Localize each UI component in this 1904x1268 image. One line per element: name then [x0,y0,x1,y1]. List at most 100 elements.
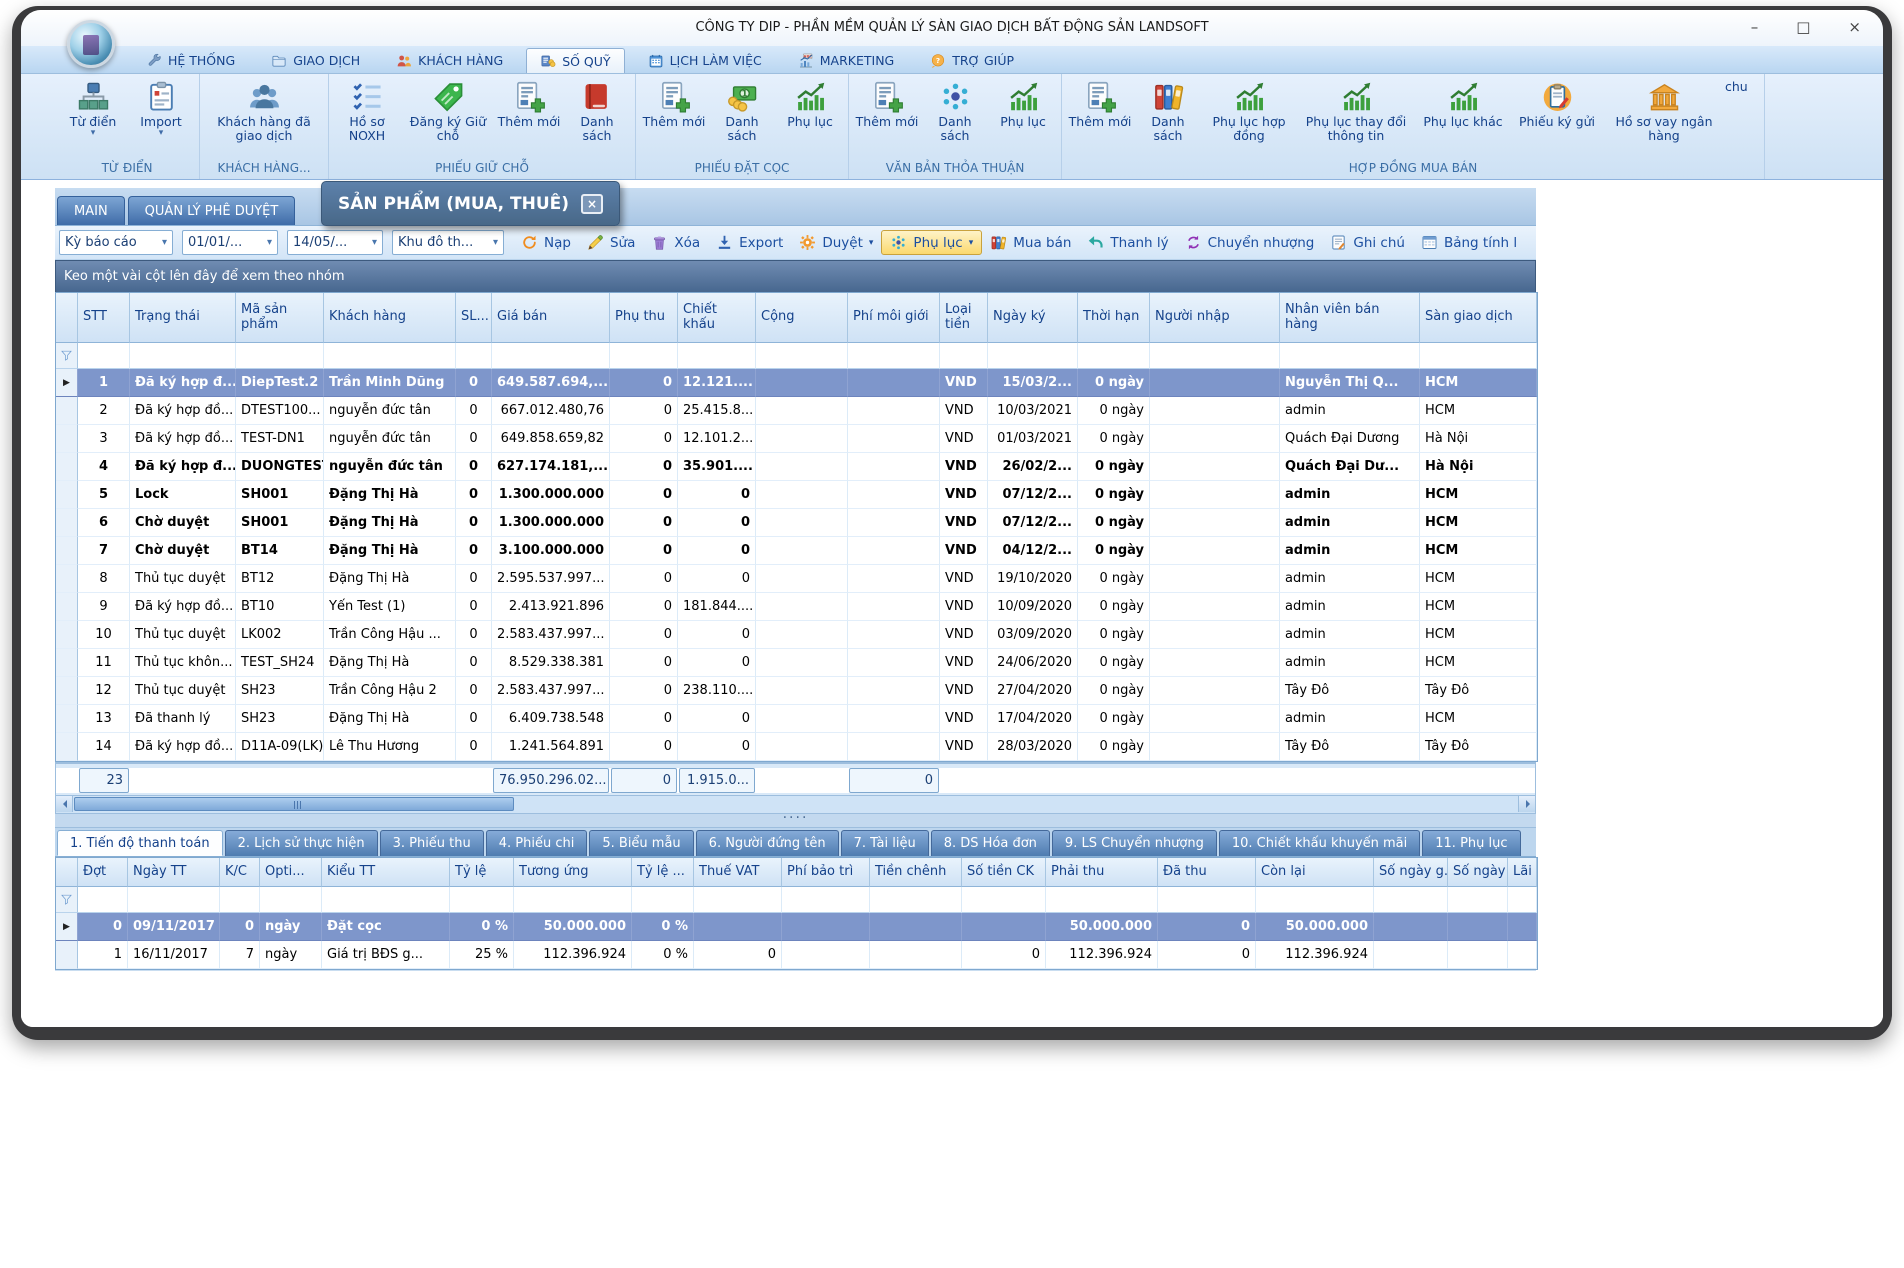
cell[interactable]: 0 ngày [1078,677,1150,705]
close-button[interactable]: × [1848,17,1861,37]
filter-cell[interactable] [1046,887,1158,913]
cell[interactable]: 0 [456,481,492,509]
cell[interactable]: 15/03/2... [988,369,1078,397]
cell[interactable]: admin [1280,649,1420,677]
bottom-tab[interactable]: 9. LS Chuyển nhượng [1052,830,1217,856]
cell[interactable]: 2.595.537.997... [492,565,610,593]
cell[interactable]: VND [940,733,988,761]
cell[interactable] [1150,537,1280,565]
cell[interactable]: Chờ duyệt [130,509,236,537]
bottom-tab[interactable]: 6. Người đứng tên [696,830,839,856]
cell[interactable] [1448,913,1508,941]
cell[interactable]: BT12 [236,565,324,593]
scrollbar-thumb[interactable] [74,797,514,811]
cell[interactable]: VND [940,481,988,509]
horizontal-scrollbar[interactable] [55,796,1536,814]
column-header[interactable]: Tiền chênh [870,858,962,887]
filter-cell[interactable] [1448,887,1508,913]
cell[interactable]: D11A-09(LK) [236,733,324,761]
cell[interactable]: 0 [678,509,756,537]
filter-cell[interactable] [220,887,260,913]
filter-cell[interactable] [1256,887,1374,913]
column-header[interactable]: Người nhập [1150,293,1280,343]
cell[interactable]: 3.100.000.000 [492,537,610,565]
cell[interactable]: 0 % [632,913,694,941]
filter-cell[interactable] [322,887,450,913]
cell[interactable] [1508,941,1537,969]
cell[interactable]: HCM [1420,705,1537,733]
cell[interactable] [756,537,848,565]
filter-cell[interactable] [450,887,514,913]
cell[interactable]: 50.000.000 [514,913,632,941]
toolbar-button-gear[interactable]: Duyệt▾ [791,231,881,254]
column-header[interactable]: Trạng thái [130,293,236,343]
cell[interactable]: VND [940,537,988,565]
filter-cell[interactable] [128,887,220,913]
column-header[interactable]: Sàn giao dịch [1420,293,1537,343]
filter-dropdown[interactable]: 01/01/...▾ [182,230,278,255]
cell[interactable]: DUONGTEST [236,453,324,481]
cell[interactable]: 35.901.... [678,453,756,481]
table-row[interactable]: 4Đã ký hợp đ...DUONGTESTnguyễn đức tân06… [56,453,1537,481]
cell[interactable]: 0 ngày [1078,453,1150,481]
tab-quan-ly-phe-duyet[interactable]: QUẢN LÝ PHÊ DUYỆT [128,196,296,225]
cell[interactable] [756,397,848,425]
cell[interactable] [848,677,940,705]
cell[interactable]: Đã thanh lý [130,705,236,733]
cell[interactable] [1150,733,1280,761]
ribbon-button[interactable]: Đăng ký Giữ chỗ [402,79,494,143]
ribbon-button[interactable]: Phụ lục [990,79,1056,129]
column-header[interactable]: Mã sản phẩm [236,293,324,343]
cell[interactable]: Trần Công Hậu 2 [324,677,456,705]
cell[interactable] [1374,913,1448,941]
table-row[interactable]: ▶1Đã ký hợp đ...DiepTest.2Trần Minh Dũng… [56,369,1537,397]
cell[interactable]: 0 [610,565,678,593]
column-header[interactable]: Phí bảo trì [782,858,870,887]
cell[interactable] [1374,941,1448,969]
table-row[interactable]: 6Chờ duyệtSH001Đặng Thị Hà01.300.000.000… [56,509,1537,537]
column-header[interactable]: Ngày TT [128,858,220,887]
column-header[interactable]: Ngày ký [988,293,1078,343]
cell[interactable]: 627.174.181,... [492,453,610,481]
filter-cell[interactable] [1280,343,1420,369]
cell[interactable] [848,397,940,425]
column-header[interactable]: Khách hàng [324,293,456,343]
cell[interactable]: 0 [678,537,756,565]
cell[interactable]: Tây Đô [1420,677,1537,705]
tab-main[interactable]: MAIN [57,196,125,225]
cell[interactable] [870,941,962,969]
cell[interactable]: Trần Công Hậu ... [324,621,456,649]
ribbon-button[interactable]: Phụ lục khác [1417,79,1509,129]
cell[interactable]: VND [940,593,988,621]
ribbon-button[interactable]: chu [1725,79,1759,94]
cell[interactable]: 238.110.... [678,677,756,705]
cell[interactable]: 0 ngày [1078,537,1150,565]
cell[interactable] [782,913,870,941]
cell[interactable]: Lock [130,481,236,509]
cell[interactable]: 0 [456,593,492,621]
cell[interactable]: 04/12/2... [988,537,1078,565]
column-header[interactable]: Thuế VAT [694,858,782,887]
cell[interactable]: HCM [1420,537,1537,565]
cell[interactable]: Tây Đô [1280,733,1420,761]
column-header[interactable]: STT [78,293,130,343]
table-row[interactable]: 5LockSH001Đặng Thị Hà01.300.000.00000VND… [56,481,1537,509]
cell[interactable]: 112.396.924 [1046,941,1158,969]
cell[interactable] [848,425,940,453]
cell[interactable]: VND [940,453,988,481]
filter-cell[interactable] [782,887,870,913]
cell[interactable]: BT14 [236,537,324,565]
cell[interactable]: Thủ tục duyệt [130,565,236,593]
cell[interactable]: admin [1280,537,1420,565]
cell[interactable]: 0 % [632,941,694,969]
cell[interactable]: 6.409.738.548 [492,705,610,733]
cell[interactable]: Thủ tục duyệt [130,677,236,705]
cell[interactable]: 0 ngày [1078,565,1150,593]
filter-cell[interactable] [1508,887,1537,913]
cell[interactable]: 0 [1158,941,1256,969]
cell[interactable] [848,621,940,649]
ribbon-button[interactable]: Phụ lục hợp đồng [1203,79,1295,143]
cell[interactable] [848,733,940,761]
cell[interactable]: Đặt cọc [322,913,450,941]
cell[interactable]: 12 [78,677,130,705]
